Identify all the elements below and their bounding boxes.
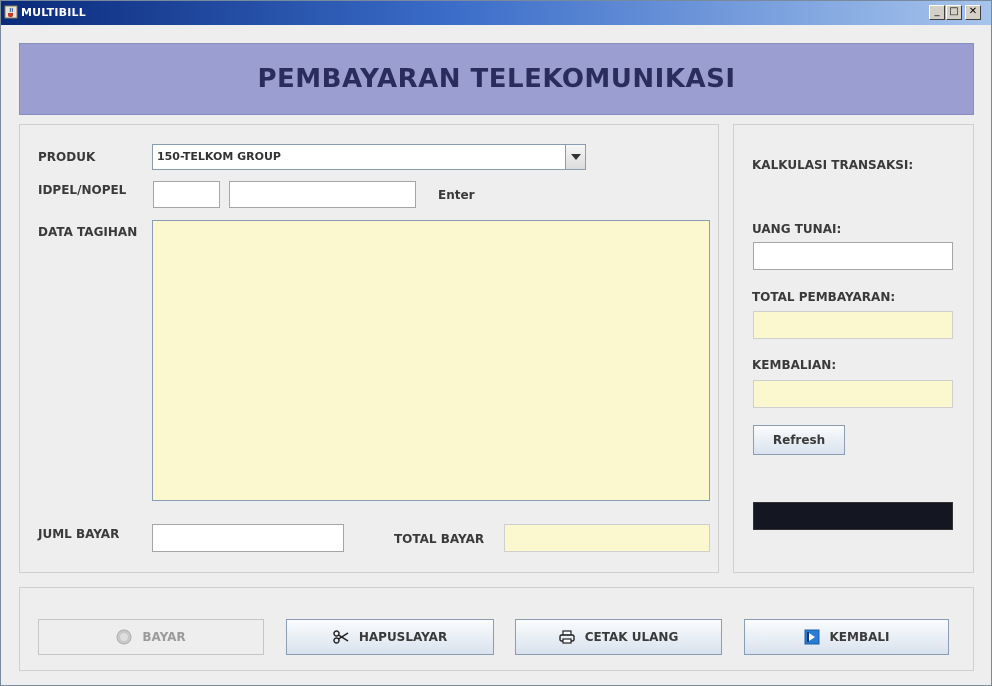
data-tagihan-label: DATA TAGIHAN: [38, 225, 138, 239]
exit-icon: [804, 629, 819, 645]
produk-label: PRODUK: [38, 150, 96, 164]
minimize-button[interactable]: _: [929, 5, 945, 20]
enter-label: Enter: [438, 188, 475, 202]
juml-bayar-label: JUML BAYAR: [38, 527, 120, 541]
status-display: [753, 502, 953, 530]
refresh-button[interactable]: Refresh: [753, 425, 845, 455]
scissors-icon: [333, 630, 349, 644]
maximize-button[interactable]: □: [946, 5, 962, 20]
printer-icon: [559, 630, 575, 644]
java-cup-icon: [4, 5, 18, 19]
total-bayar-label: TOTAL BAYAR: [394, 532, 485, 546]
close-button[interactable]: ✕: [965, 5, 981, 20]
multibill-window: MULTIBILL _ □ ✕ PEMBAYARAN TELEKOMUNIKAS…: [0, 0, 992, 686]
kembali-button-label: KEMBALI: [829, 630, 890, 644]
produk-select[interactable]: 150-TELKOM GROUP: [152, 144, 586, 170]
juml-bayar-field[interactable]: [152, 524, 344, 552]
bayar-button-label: BAYAR: [142, 630, 186, 644]
hapuslayar-button[interactable]: HAPUSLAYAR: [286, 619, 494, 655]
kalkulasi-title: KALKULASI TRANSAKSI:: [752, 158, 914, 172]
kembalian-field: [753, 380, 953, 408]
total-pembayaran-field: [753, 311, 953, 339]
idpel-label: IDPEL/NOPEL: [38, 183, 127, 197]
bayar-button[interactable]: BAYAR: [38, 619, 264, 655]
idpel-number-field[interactable]: [229, 181, 416, 208]
kembalian-label: KEMBALIAN:: [752, 358, 837, 372]
page-title: PEMBAYARAN TELEKOMUNIKASI: [257, 64, 736, 94]
title-bar[interactable]: MULTIBILL _ □ ✕: [1, 1, 991, 25]
idpel-prefix-field[interactable]: [153, 181, 220, 208]
cetak-ulang-button[interactable]: CETAK ULANG: [515, 619, 722, 655]
uang-tunai-field[interactable]: [753, 242, 953, 270]
total-bayar-field: [504, 524, 710, 552]
produk-selected-value: 150-TELKOM GROUP: [157, 150, 281, 163]
header-banner: PEMBAYARAN TELEKOMUNIKASI: [19, 43, 974, 115]
data-tagihan-area[interactable]: [152, 220, 710, 501]
kembali-button[interactable]: KEMBALI: [744, 619, 949, 655]
chevron-down-icon[interactable]: [565, 145, 585, 169]
hapuslayar-button-label: HAPUSLAYAR: [358, 630, 448, 644]
coin-icon: [116, 629, 132, 645]
window-title: MULTIBILL: [21, 6, 86, 19]
uang-tunai-label: UANG TUNAI:: [752, 222, 842, 236]
cetak-ulang-button-label: CETAK ULANG: [584, 630, 679, 644]
refresh-button-label: Refresh: [772, 433, 826, 447]
total-pembayaran-label: TOTAL PEMBAYARAN:: [752, 290, 896, 304]
